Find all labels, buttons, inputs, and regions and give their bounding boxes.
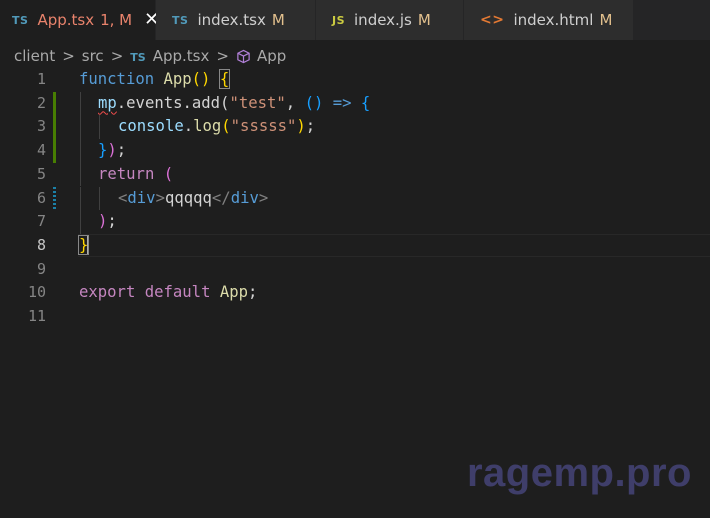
line-number: 5 xyxy=(36,164,46,183)
indent-guide xyxy=(99,186,100,211)
code-line: 3 console.log("sssss"); xyxy=(0,115,710,140)
code-line: 7 ); xyxy=(0,210,710,234)
line-number: 6 xyxy=(36,188,46,207)
code-line: 11 xyxy=(0,305,710,329)
tab-status: M xyxy=(417,11,431,29)
line-number: 9 xyxy=(36,259,46,278)
indent-guide xyxy=(80,139,81,163)
line-number: 8 xyxy=(36,235,46,254)
tab-label: index.html xyxy=(513,11,594,29)
code-line: 5 return ( xyxy=(0,162,710,187)
code-text: mp.events.add("test", () => { xyxy=(98,93,371,112)
tab-label: index.tsx xyxy=(197,11,266,29)
gutter-added-marker[interactable] xyxy=(53,139,56,163)
code-line: 6 <div>qqqqq</div> xyxy=(0,186,710,211)
code-text: export default App; xyxy=(79,283,258,302)
html-file-icon: <> xyxy=(480,12,505,28)
editor-tab-bar: TS App.tsx 1, M ✕ TS index.tsx M JS inde… xyxy=(0,0,710,40)
tab-app-tsx[interactable]: TS App.tsx 1, M ✕ xyxy=(0,0,159,40)
tab-index-tsx[interactable]: TS index.tsx M xyxy=(156,0,316,40)
tab-status: M xyxy=(599,11,613,29)
indent-guide xyxy=(80,91,81,116)
javascript-file-icon: JS xyxy=(332,13,346,27)
line-number: 3 xyxy=(36,117,46,136)
line-number: 7 xyxy=(36,212,46,231)
gutter-added-marker[interactable] xyxy=(53,115,56,140)
code-line-current: 8 } xyxy=(0,233,710,258)
error-squiggle: mp xyxy=(98,93,117,112)
code-text: function App() { xyxy=(79,69,231,89)
line-number: 2 xyxy=(36,93,46,112)
chevron-right-icon: > xyxy=(110,47,124,65)
typescript-file-icon: TS xyxy=(12,13,29,27)
current-line-highlight xyxy=(78,233,710,257)
matched-bracket: { xyxy=(218,69,231,89)
symbol-method-icon xyxy=(237,49,250,63)
code-text: return ( xyxy=(98,164,174,183)
breadcrumb-symbol-label: App xyxy=(256,47,287,65)
watermark-logo: ragemp.pro xyxy=(466,451,692,495)
chevron-right-icon: > xyxy=(216,47,229,65)
chevron-right-icon: > xyxy=(62,47,75,65)
tab-status: M xyxy=(271,11,285,29)
typescript-file-icon: TS xyxy=(172,13,189,27)
typescript-file-icon: TS xyxy=(130,51,146,64)
tab-index-html[interactable]: <> index.html M xyxy=(464,0,634,40)
code-text: ); xyxy=(98,212,117,231)
code-line: 4 }); xyxy=(0,139,710,163)
indent-guide xyxy=(99,115,100,140)
code-text: } xyxy=(77,234,90,258)
line-number: 11 xyxy=(27,307,46,325)
code-line: 10 export default App; xyxy=(0,281,710,305)
indent-guide xyxy=(80,186,81,211)
indent-guide xyxy=(80,115,81,140)
code-line: 1 function App() { xyxy=(0,68,710,92)
tab-label: index.js xyxy=(354,11,412,29)
breadcrumb-file-label: App.tsx xyxy=(152,47,210,65)
indent-guide xyxy=(80,210,81,234)
breadcrumb-file[interactable]: TS App.tsx xyxy=(130,47,209,65)
breadcrumb-folder-client[interactable]: client xyxy=(14,47,55,65)
code-text: }); xyxy=(98,141,127,160)
breadcrumb-folder-src[interactable]: src xyxy=(82,47,104,65)
line-number: 10 xyxy=(27,283,46,302)
breadcrumb-symbol[interactable]: App xyxy=(236,47,286,65)
tab-index-js[interactable]: JS index.js M xyxy=(316,0,464,40)
code-line: 9 xyxy=(0,258,710,282)
breadcrumb: client > src > TS App.tsx > App xyxy=(14,44,286,68)
tab-label: App.tsx xyxy=(37,11,95,29)
line-number: 1 xyxy=(36,70,46,88)
code-text: console.log("sssss"); xyxy=(118,117,316,136)
tab-status: 1, M xyxy=(100,11,133,29)
text-cursor xyxy=(87,235,90,256)
code-line: 2 mp.events.add("test", () => { xyxy=(0,91,710,116)
indent-guide xyxy=(80,162,81,187)
code-text: <div>qqqqq</div> xyxy=(118,188,269,207)
line-number: 4 xyxy=(36,141,46,160)
gutter-modified-marker[interactable] xyxy=(53,186,56,211)
gutter-added-marker[interactable] xyxy=(53,91,56,116)
